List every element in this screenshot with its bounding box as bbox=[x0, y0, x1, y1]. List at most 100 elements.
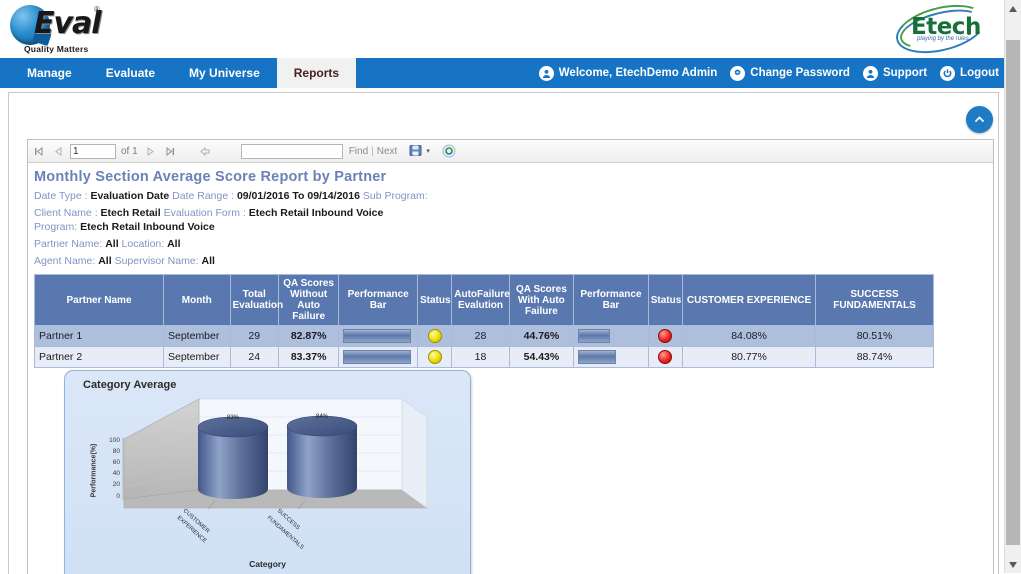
nav-item-reports[interactable]: Reports bbox=[276, 58, 357, 88]
cell-autofailure-evalution: 28 bbox=[451, 325, 510, 347]
export-dropdown-caret-icon[interactable]: ▾ bbox=[426, 147, 430, 155]
location-label: Location: bbox=[121, 238, 165, 250]
chart-data-label-1: 83% bbox=[227, 415, 240, 421]
previous-page-button[interactable] bbox=[48, 141, 68, 161]
refresh-icon[interactable] bbox=[442, 144, 456, 158]
export-save-icon[interactable] bbox=[409, 144, 423, 158]
main-navbar: Manage Evaluate My Universe Reports Welc… bbox=[0, 58, 1005, 88]
report-title: Monthly Section Average Score Report by … bbox=[34, 169, 387, 185]
svg-text:100: 100 bbox=[109, 437, 120, 444]
support-link[interactable]: Support bbox=[862, 65, 927, 81]
welcome-user[interactable]: Welcome, EtechDemo Admin bbox=[538, 65, 717, 81]
nav-item-evaluate[interactable]: Evaluate bbox=[89, 58, 172, 88]
cell-qa-without-auto-failure: 82.87% bbox=[277, 325, 340, 347]
cell-customer-experience: 84.08% bbox=[682, 325, 817, 347]
chart-canvas: 100 80 60 40 20 0 83% 84% CUSTOMER EXPER… bbox=[109, 398, 428, 551]
col-month[interactable]: Month bbox=[163, 274, 231, 326]
next-page-button[interactable] bbox=[141, 141, 161, 161]
last-page-button[interactable] bbox=[161, 141, 181, 161]
program-value: Etech Retail Inbound Voice bbox=[80, 221, 215, 233]
client-name-value: Etech Retail bbox=[100, 207, 161, 219]
chart-bar-customer-experience: 83% bbox=[197, 415, 269, 499]
cell-qa-with-auto-failure: 44.76% bbox=[508, 325, 575, 347]
col-success-fundamentals[interactable]: SUCCESS FUNDAMENTALS bbox=[815, 274, 934, 326]
date-type-value: Evaluation Date bbox=[90, 190, 170, 202]
cell-customer-experience: 80.77% bbox=[682, 346, 817, 368]
report-meta-line-4: Agent Name: All Supervisor Name: All bbox=[34, 254, 993, 268]
qeval-registered-mark: ® bbox=[94, 5, 100, 14]
page-number-input[interactable] bbox=[70, 143, 116, 159]
nav-primary-items: Manage Evaluate My Universe Reports bbox=[10, 58, 357, 88]
scroll-down-arrow-icon[interactable] bbox=[1005, 556, 1021, 573]
chart-data-label-2: 84% bbox=[316, 414, 329, 420]
svg-text:80: 80 bbox=[113, 448, 121, 455]
find-link[interactable]: Find bbox=[349, 146, 368, 157]
table-row: Partner 1 September 29 82.87% 28 44.76% … bbox=[34, 325, 934, 347]
first-page-button[interactable] bbox=[28, 141, 48, 161]
report-data-table: Partner Name Month Total Evaluation QA S… bbox=[34, 274, 934, 368]
date-range-value: 09/01/2016 To 09/14/2016 bbox=[236, 190, 360, 202]
col-performance-bar-1[interactable]: Performance Bar bbox=[338, 274, 418, 326]
page-content-area: of 1 Find | Next ▾ Monthly Secti bbox=[8, 92, 999, 574]
cell-performance-bar-2 bbox=[573, 325, 649, 347]
status-indicator-red-icon bbox=[658, 350, 673, 364]
cell-month: September bbox=[163, 325, 231, 347]
status-indicator-red-icon bbox=[658, 329, 673, 343]
cell-total-evaluation: 24 bbox=[229, 346, 279, 368]
scroll-to-top-button[interactable] bbox=[966, 106, 993, 133]
supervisor-name-value: All bbox=[201, 255, 215, 267]
svg-text:20: 20 bbox=[113, 481, 121, 488]
cell-performance-bar-1 bbox=[338, 325, 418, 347]
report-meta-line-1: Date Type : Evaluation Date Date Range :… bbox=[34, 189, 993, 203]
col-customer-experience[interactable]: CUSTOMER EXPERIENCE bbox=[682, 274, 817, 326]
page-scrollbar[interactable] bbox=[1004, 0, 1021, 573]
logout-label: Logout bbox=[960, 67, 999, 79]
qeval-logo[interactable]: Eval ® Quality Matters bbox=[8, 2, 104, 54]
logout-link[interactable]: Logout bbox=[940, 65, 999, 81]
status-indicator-yellow-icon bbox=[427, 329, 442, 343]
search-input[interactable] bbox=[240, 143, 343, 159]
partner-name-value: All bbox=[105, 238, 119, 250]
report-meta-line-2: Client Name : Etech Retail Evaluation Fo… bbox=[34, 206, 424, 234]
change-password-link[interactable]: Change Password bbox=[730, 65, 850, 81]
scroll-up-arrow-icon[interactable] bbox=[1005, 0, 1021, 17]
report-viewer-panel: of 1 Find | Next ▾ Monthly Secti bbox=[27, 139, 994, 574]
date-type-label: Date Type : bbox=[34, 190, 88, 202]
col-status-1[interactable]: Status bbox=[416, 274, 453, 326]
back-to-parent-report-button[interactable] bbox=[195, 141, 215, 161]
nav-item-my-universe[interactable]: My Universe bbox=[172, 58, 277, 88]
find-next-link[interactable]: Next bbox=[377, 146, 398, 157]
cell-qa-without-auto-failure: 83.37% bbox=[277, 346, 340, 368]
svg-text:60: 60 bbox=[113, 459, 121, 466]
location-value: All bbox=[167, 238, 181, 250]
cell-performance-bar-2 bbox=[573, 346, 649, 368]
performance-bar-fill bbox=[578, 350, 617, 364]
change-password-label: Change Password bbox=[750, 67, 850, 79]
agent-name-value: All bbox=[98, 255, 112, 267]
etech-dot-icon bbox=[967, 31, 971, 35]
sub-program-label: Sub Program: bbox=[362, 190, 428, 202]
etech-logo: Etech playing by the rules bbox=[891, 0, 991, 62]
col-total-evaluation[interactable]: Total Evaluation bbox=[229, 274, 283, 326]
col-qa-scores-with-auto-failure[interactable]: QA Scores With Auto Failure bbox=[508, 274, 575, 326]
power-icon bbox=[940, 65, 956, 81]
col-status-2[interactable]: Status bbox=[647, 274, 684, 326]
date-range-label: Date Range : bbox=[172, 190, 235, 202]
col-performance-bar-2[interactable]: Performance Bar bbox=[573, 274, 649, 326]
cell-autofailure-evalution: 18 bbox=[451, 346, 510, 368]
status-indicator-yellow-icon bbox=[427, 350, 442, 364]
performance-bar-fill bbox=[343, 329, 412, 343]
gear-icon bbox=[730, 65, 746, 81]
find-next-separator: | bbox=[371, 145, 374, 157]
cell-performance-bar-1 bbox=[338, 346, 418, 368]
table-row: Partner 2 September 24 83.37% 18 54.43% … bbox=[34, 346, 934, 368]
scrollbar-thumb[interactable] bbox=[1006, 40, 1020, 545]
cell-status-2 bbox=[647, 346, 684, 368]
cell-status-2 bbox=[647, 325, 684, 347]
svg-text:0: 0 bbox=[116, 493, 120, 500]
col-autofailure-evalution[interactable]: AutoFailure Evalution bbox=[451, 274, 510, 326]
col-qa-scores-without-auto-failure[interactable]: QA Scores Without Auto Failure bbox=[277, 274, 340, 326]
col-partner-name[interactable]: Partner Name bbox=[34, 274, 164, 326]
cell-success-fundamentals: 88.74% bbox=[815, 346, 934, 368]
nav-item-manage[interactable]: Manage bbox=[10, 58, 89, 88]
